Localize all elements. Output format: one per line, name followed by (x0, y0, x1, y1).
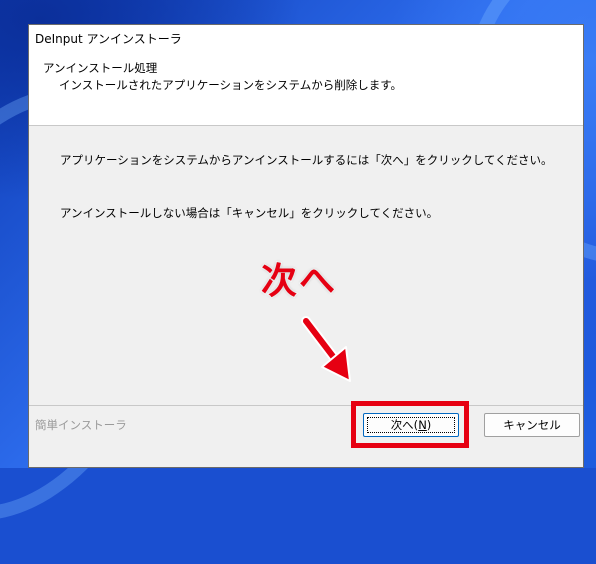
uninstaller-window: DeInput アンインストーラ アンインストール処理 インストールされたアプリ… (28, 24, 584, 468)
title-bar[interactable]: DeInput アンインストーラ (29, 25, 583, 51)
instruction-next: アプリケーションをシステムからアンインストールするには「次へ」をクリックしてくだ… (60, 153, 553, 167)
cancel-button[interactable]: キャンセル (484, 413, 580, 437)
header-subtitle: インストールされたアプリケーションをシステムから削除します。 (59, 78, 403, 92)
annotation-arrow-icon (301, 316, 351, 382)
footer-divider (29, 405, 583, 406)
cancel-button-label: キャンセル (503, 418, 561, 432)
instruction-cancel: アンインストールしない場合は「キャンセル」をクリックしてください。 (60, 206, 439, 220)
header-title: アンインストール処理 (43, 61, 158, 75)
header-panel: アンインストール処理 インストールされたアプリケーションをシステムから削除します… (29, 51, 583, 126)
next-button-highlight (351, 401, 469, 448)
window-title: DeInput アンインストーラ (35, 31, 182, 46)
brand-label: 簡単インストーラ (35, 418, 127, 432)
annotation-label: 次へ (260, 260, 338, 303)
